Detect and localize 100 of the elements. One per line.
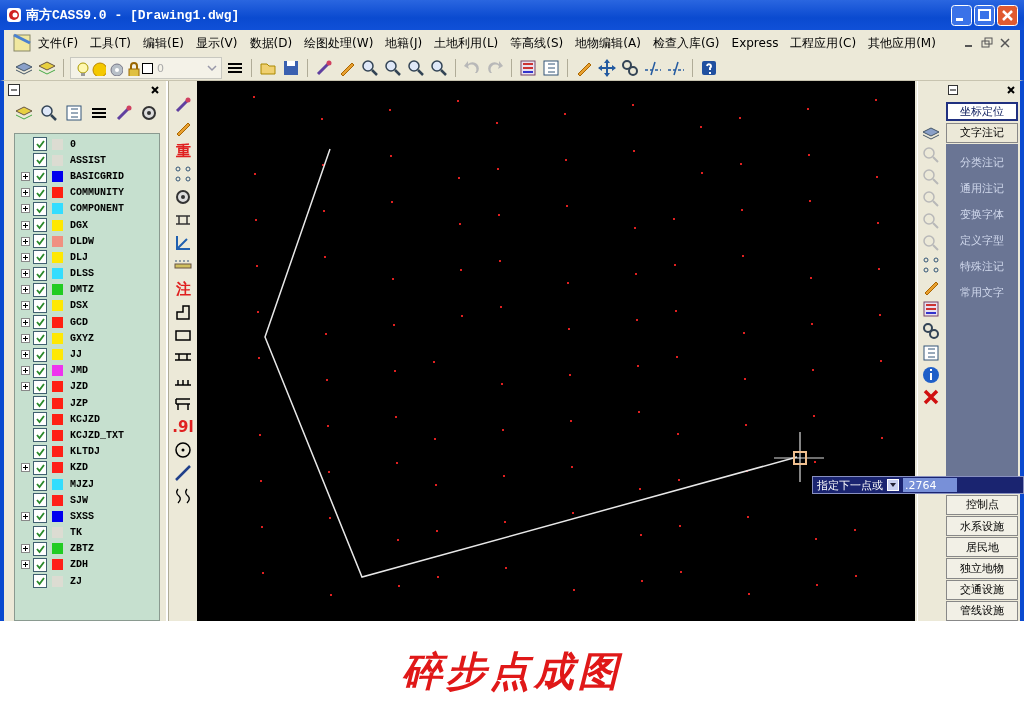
expand-icon[interactable] [21,220,30,230]
category-button[interactable]: 控制点 [946,494,1018,515]
expand-icon[interactable] [21,317,30,327]
pen-icon[interactable] [314,58,334,78]
category-button[interactable]: 水系设施 [946,516,1018,537]
close-icon[interactable] [1006,85,1016,95]
panel-tab[interactable]: 坐标定位 [946,102,1018,122]
expand-icon[interactable] [21,463,30,473]
expand-icon[interactable] [21,560,30,570]
layer-name[interactable]: DLJ [70,251,88,263]
layer-name[interactable]: COMMUNITY [70,187,124,199]
menu-item[interactable]: 地籍(J) [379,34,429,52]
collapse-icon[interactable] [8,84,20,96]
layer-name[interactable]: JMD [70,365,88,377]
expand-icon[interactable] [21,382,30,392]
expand-icon[interactable] [21,511,30,521]
expand-icon[interactable] [21,333,30,343]
layer-checkbox[interactable] [33,153,47,168]
circle-icon[interactable] [173,187,193,207]
tool-glyph[interactable]: .9l [172,417,194,437]
restore-icon[interactable] [980,36,994,50]
zoom-icon[interactable] [383,58,403,78]
layer-name[interactable]: KZD [70,462,88,474]
layer-name[interactable]: DLDW [70,235,94,247]
layer-checkbox[interactable] [33,493,47,508]
layer-checkbox[interactable] [33,444,47,459]
pen-icon[interactable] [173,95,193,115]
layer-checkbox[interactable] [33,460,47,475]
layer-checkbox[interactable] [33,234,47,249]
wave-icon[interactable] [173,486,193,506]
menu-item[interactable]: 文件(F) [32,34,85,52]
layer-checkbox[interactable] [33,363,47,378]
layer-name[interactable]: KCJZD_TXT [70,429,124,441]
polyline-icon[interactable] [173,233,193,253]
layer-name[interactable]: DMTZ [70,284,94,296]
category-button[interactable]: 管线设施 [946,600,1018,621]
dots-icon[interactable] [173,164,193,184]
menu-item[interactable]: 工具(T) [84,34,137,52]
expand-icon[interactable] [21,366,30,376]
menu-item[interactable]: 显示(V) [189,34,244,52]
layer-name[interactable]: KCJZD [70,413,100,425]
layer-checkbox[interactable] [33,509,47,524]
layer-checkbox[interactable] [33,201,47,216]
layer-checkbox[interactable] [33,477,47,492]
menu-item[interactable]: 数据(D) [243,34,299,52]
layer-name[interactable]: ASSIST [70,154,106,166]
layer-checkbox[interactable] [33,315,47,330]
layer-checkbox[interactable] [33,347,47,362]
layer-name[interactable]: ZJ [70,575,82,587]
layer-checkbox[interactable] [33,218,47,233]
menu-item[interactable]: 等高线(S) [504,34,570,52]
layer-checkbox[interactable] [33,412,47,427]
layer-checkbox[interactable] [33,185,47,200]
expand-icon[interactable] [21,252,30,262]
step-icon[interactable] [173,302,193,322]
expand-icon[interactable] [21,204,30,214]
link-icon[interactable] [620,58,640,78]
layer-checkbox[interactable] [33,266,47,281]
link-icon[interactable] [921,321,941,341]
layer-name[interactable]: DLSS [70,268,94,280]
layer-name[interactable]: COMPONENT [70,203,124,215]
layer-name[interactable]: DSX [70,300,88,312]
layer-name[interactable]: ZDH [70,559,88,571]
expand-icon[interactable] [21,188,30,198]
expand-icon[interactable] [21,171,30,181]
expand-icon[interactable] [21,269,30,279]
menu-item[interactable]: 绘图处理(W) [298,34,380,52]
layer-checkbox[interactable] [33,396,47,411]
layer-name[interactable]: SJW [70,494,88,506]
zoom-icon[interactable] [429,58,449,78]
menu-item[interactable]: 地物编辑(A) [569,34,647,52]
layer-checkbox[interactable] [33,298,47,313]
close-icon[interactable] [150,85,160,95]
help-icon[interactable] [699,58,719,78]
line-icon[interactable] [173,463,193,483]
tool-glyph[interactable]: 注 [175,279,191,299]
dots-icon[interactable] [921,255,941,275]
layer-checkbox[interactable] [33,137,47,152]
layer-checkbox[interactable] [33,525,47,540]
move-icon[interactable] [597,58,617,78]
menu-item[interactable]: 编辑(E) [136,34,190,52]
expand-icon[interactable] [21,285,30,295]
menu-item[interactable]: 工程应用(C) [784,34,863,52]
layer-checkbox[interactable] [33,541,47,556]
layer-checkbox[interactable] [33,250,47,265]
close-icon[interactable] [998,36,1012,50]
layer-name[interactable]: JZP [70,397,88,409]
menu-item[interactable]: 检查入库(G) [646,34,726,52]
layer-name[interactable]: KLTDJ [70,446,100,458]
layer-name[interactable]: SXSS [70,510,94,522]
tool-glyph[interactable]: 重 [175,141,191,161]
target-icon[interactable] [173,440,193,460]
expand-icon[interactable] [21,544,30,554]
info-icon[interactable] [921,365,941,385]
menu-item[interactable]: 其他应用(M) [862,34,942,52]
layer-name[interactable]: GCD [70,316,88,328]
layer-name[interactable]: JJ [70,349,82,361]
layer-checkbox[interactable] [33,574,47,589]
layer-name[interactable]: ZBTZ [70,543,94,555]
layer-name[interactable]: MJZJ [70,478,94,490]
